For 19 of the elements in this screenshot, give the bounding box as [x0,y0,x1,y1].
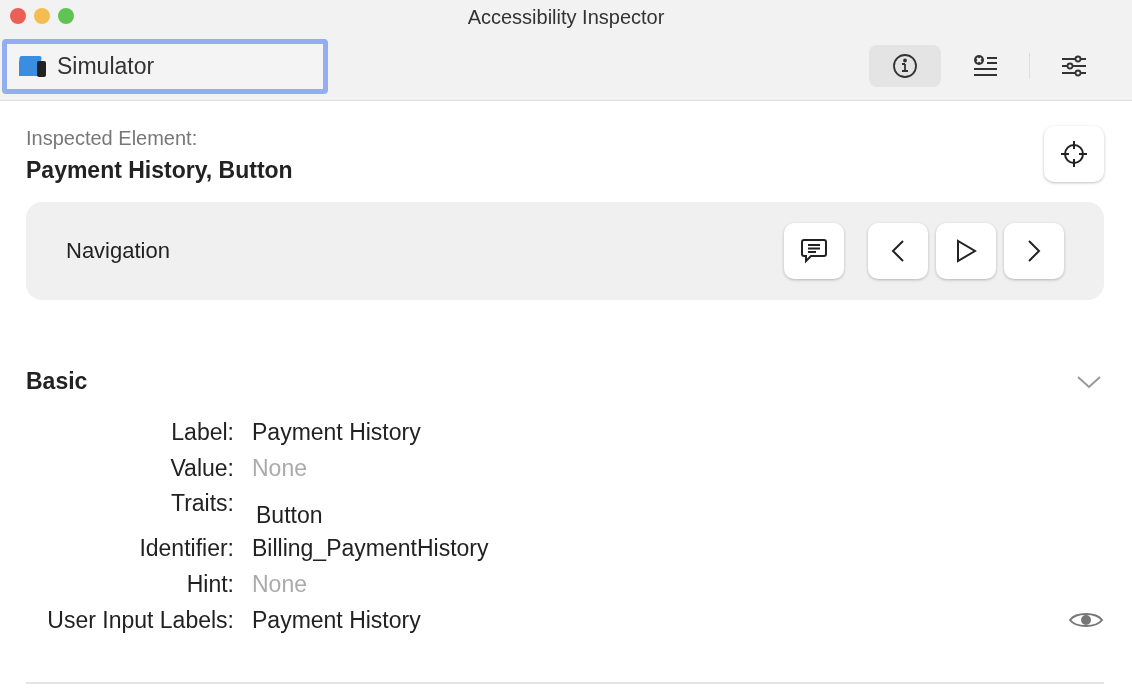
target-label: Simulator [57,51,155,81]
attribute-label: Label: [170,417,235,447]
attribute-value: Billing_PaymentHistory [252,533,489,563]
attribute-value: None [252,569,307,599]
attribute-label: Identifier: [138,533,235,563]
navigation-label: Navigation [66,237,170,265]
inspected-element-caption: Inspected Element: [26,126,199,151]
attribute-label: Value: [169,453,235,483]
attribute-value: None [252,453,307,483]
attribute-value: Payment History [252,417,421,447]
attribute-label: Traits: [169,489,235,518]
section-title: Basic [26,366,88,396]
target-selector[interactable]: Simulator [2,38,328,94]
attribute-value: Button [255,500,323,530]
attribute-value: Payment History [252,605,421,635]
inspected-element-name: Payment History, Button [26,156,293,185]
attribute-label: User Input Labels: [46,605,235,635]
window-title: Accessibility Inspector [467,5,665,30]
attribute-label: Hint: [185,569,235,599]
